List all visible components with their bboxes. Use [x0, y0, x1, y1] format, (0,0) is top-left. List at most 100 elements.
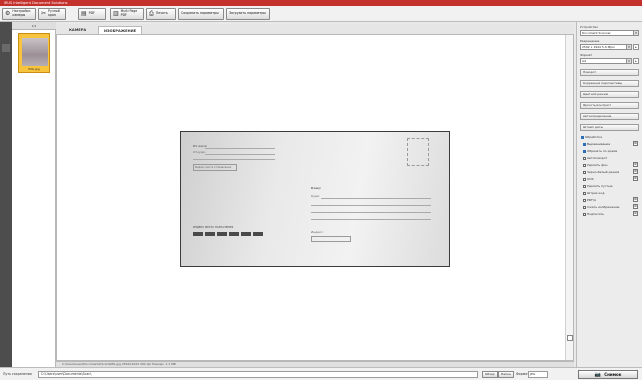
checkbox-icon: [583, 142, 586, 146]
format-select[interactable]: A4 ▾: [580, 58, 632, 64]
pdf-button[interactable]: ▤ PDF: [78, 8, 106, 20]
processing-option[interactable]: Черно-белый режим: [583, 170, 619, 174]
checkbox-icon: [583, 205, 586, 209]
checkbox-icon: [583, 198, 586, 202]
chevron-down-icon: ▾: [633, 31, 638, 35]
toolbar: ⚙ Настройки камеры ✂ Ручной кроп ▤ PDF ▥…: [0, 6, 642, 22]
processing-option-label: Удалить пустые: [587, 184, 613, 188]
thumbnail-panel: 1/1 IMG.jpg: [12, 22, 56, 367]
load-params-button[interactable]: Загрузить параметры: [226, 8, 270, 20]
tab-camera[interactable]: КАМЕРА: [64, 26, 91, 34]
group-brightness[interactable]: Яркость/контраст: [580, 102, 639, 109]
device-select[interactable]: Document Scanner ▾: [580, 30, 639, 36]
tab-image[interactable]: ИЗОБРАЖЕНИЕ: [98, 26, 143, 34]
processing-option[interactable]: Автоповорот: [583, 156, 607, 160]
bottom-bar: Путь сохранения C:\Users\user\Documents\…: [0, 367, 642, 380]
processing-option[interactable]: Удалить фон: [583, 163, 607, 167]
processing-option[interactable]: Обрезать по краям: [583, 149, 617, 153]
processing-option-label: Штрих-код: [587, 191, 605, 195]
capture-button[interactable]: 📷 Снимок: [578, 370, 638, 379]
group-rotation[interactable]: Поворот: [580, 69, 639, 76]
processing-option[interactable]: OCR: [583, 177, 594, 181]
gear-icon: ⚙: [5, 10, 11, 17]
format-value: A4: [582, 59, 586, 63]
processing-header[interactable]: Обработка: [581, 135, 602, 139]
print-label: Печать: [155, 11, 168, 16]
processing-option-label: Черно-белый режим: [587, 170, 620, 174]
resolution-value: 2592 x 1944 5.0 Mpix: [582, 45, 615, 49]
camera-icon: 📷: [594, 372, 601, 378]
camera-settings-label: Настройки камеры: [12, 9, 31, 17]
envelope-to-line-2: Индекс:: [311, 230, 324, 234]
chevron-down-icon: ▾: [626, 59, 631, 63]
viewer-tabs: КАМЕРА ИЗОБРАЖЕНИЕ: [56, 24, 574, 34]
envelope-from-line-1: Откуда:: [193, 150, 206, 154]
multipage-pdf-label: Multi Page PDF: [120, 9, 138, 17]
index-digit: [193, 232, 203, 236]
option-settings-icon[interactable]: ⚙: [633, 176, 638, 181]
checkbox-icon: [583, 170, 586, 174]
thumbnail-item[interactable]: IMG.jpg: [18, 33, 50, 73]
checkbox-icon: [583, 156, 586, 160]
processing-option[interactable]: Подписать: [583, 212, 604, 216]
processing-option-label: Автоповорот: [587, 156, 608, 160]
option-settings-icon[interactable]: ⚙: [633, 141, 638, 146]
option-settings-icon[interactable]: ⚙: [633, 211, 638, 216]
index-digit: [253, 232, 263, 236]
envelope-image: От кого: Откуда: Индекс места отправлени…: [181, 132, 449, 266]
processing-option[interactable]: Выравнивание: [583, 142, 610, 146]
multipage-pdf-button[interactable]: ▥ Multi Page PDF: [110, 8, 144, 20]
manual-crop-label: Ручной кроп: [48, 9, 60, 17]
print-button[interactable]: ⎙ Печать: [146, 8, 176, 20]
device-label: Устройство: [580, 25, 598, 29]
envelope-line: [311, 212, 431, 213]
format-label: Формат: [580, 53, 593, 57]
processing-option[interactable]: Штрих-код: [583, 191, 604, 195]
envelope-index-box: Индекс места отправления: [193, 164, 237, 171]
crop-icon: ✂: [41, 10, 47, 17]
processing-option[interactable]: Удалить пустые: [583, 184, 612, 188]
format-select-bottom[interactable]: JPG: [528, 371, 548, 378]
thumbnail-caption: IMG.jpg: [28, 67, 40, 71]
left-strip: [0, 22, 12, 367]
option-settings-icon[interactable]: ⚙: [633, 169, 638, 174]
thumbnail-image: [22, 38, 48, 66]
processing-option[interactable]: Сжать изображение: [583, 205, 619, 209]
option-settings-icon[interactable]: ⚙: [633, 197, 638, 202]
browse-button[interactable]: Обзор: [482, 371, 498, 378]
option-settings-icon[interactable]: ⚙: [633, 162, 638, 167]
save-path-input[interactable]: C:\Users\user\Documents\Scan\: [38, 371, 478, 378]
camera-settings-button[interactable]: ⚙ Настройки камеры: [2, 8, 36, 20]
option-settings-icon[interactable]: ⚙: [633, 204, 638, 209]
checkbox-icon: [583, 177, 586, 181]
pdf-icon: ▤: [81, 10, 87, 17]
checkbox-icon: [583, 184, 586, 188]
group-autodetect[interactable]: Автоопределение: [580, 113, 639, 120]
settings-panel: Устройство Document Scanner ▾ Разрешение…: [576, 22, 642, 367]
checkbox-icon: [583, 212, 586, 216]
resolution-label: Разрешение: [580, 39, 600, 43]
manual-crop-button[interactable]: ✂ Ручной кроп: [38, 8, 66, 20]
group-perspective[interactable]: Коррекция перспективы: [580, 80, 639, 87]
group-date-stamp[interactable]: Штамп даты: [580, 124, 639, 131]
image-viewer[interactable]: От кого: Откуда: Индекс места отправлени…: [56, 34, 574, 361]
capture-label: Снимок: [604, 372, 622, 377]
save-params-button[interactable]: Сохранить параметры: [178, 8, 224, 20]
device-value: Document Scanner: [582, 31, 611, 35]
resolution-settings-button[interactable]: ▸: [633, 44, 639, 50]
scroll-handle[interactable]: [567, 335, 573, 341]
processing-option[interactable]: PDF/A: [583, 198, 596, 202]
envelope-to-line-1: Куда:: [311, 194, 320, 198]
strip-handle[interactable]: [2, 44, 10, 52]
group-color-mode[interactable]: Цветной режим: [580, 91, 639, 98]
multipage-pdf-icon: ▥: [113, 10, 119, 17]
processing-option-label: Сжать изображение: [587, 205, 620, 209]
print-icon: ⎙: [149, 10, 154, 17]
format-settings-button[interactable]: ▸: [633, 58, 639, 64]
envelope-stamp-area: [407, 138, 429, 166]
folder-button[interactable]: Папка: [498, 371, 514, 378]
resolution-select[interactable]: 2592 x 1944 5.0 Mpix ▾: [580, 44, 632, 50]
envelope-line: [205, 154, 275, 155]
envelope-line: [311, 219, 431, 220]
vertical-scrollbar[interactable]: [565, 35, 573, 360]
